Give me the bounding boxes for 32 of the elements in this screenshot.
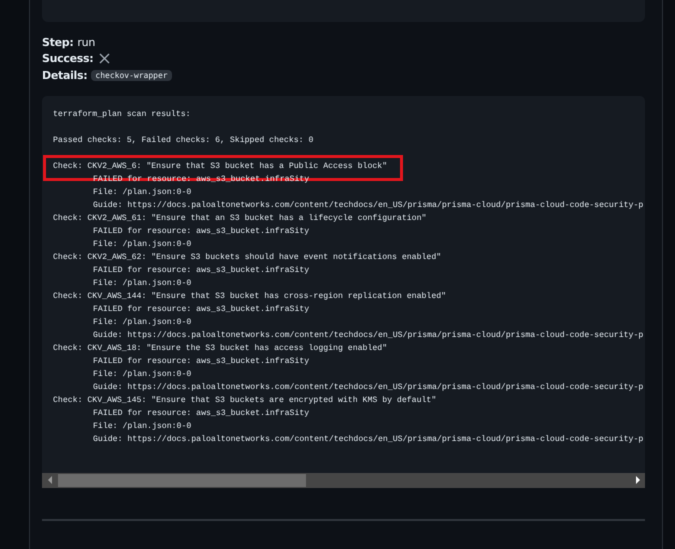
code-line: Guide: https://docs.paloaltonetworks.com/content/techdocs/en_US/prisma/prisma-cloud/prisma-cloud-code-security-p (93, 434, 644, 444)
code-line: File: /plan.json:0-0 (93, 422, 192, 430)
code-line: File: /plan.json:0-0 (93, 278, 192, 288)
step-value: run (77, 36, 95, 49)
code-line: Check: CKV2_AWS_62: "Ensure S3 buckets should have event notifications enabled" (53, 252, 442, 262)
scrollbar[interactable] (42, 472, 645, 488)
left-arrow-icon[interactable] (46, 475, 54, 485)
code-line: FAILED for resource: aws_s3_bucket.infraSity (93, 226, 310, 236)
code-line: Guide: https://docs.paloaltonetworks.com/content/techdocs/en_US/prisma/prisma-cloud/prisma-cloud-code-security-p (93, 200, 644, 210)
step-label: Step: (42, 36, 74, 49)
success-label: Success: (42, 52, 94, 66)
code-line: File: /plan.json:0-0 (93, 318, 192, 326)
code-line: Guide: https://docs.paloaltonetworks.com/content/techdocs/en_US/prisma/prisma-cloud/prisma-cloud-code-security-p (93, 330, 644, 340)
code-line: Check: CKV_AWS_144: "Ensure that S3 bucket has cross-region replication enabled" (53, 292, 446, 300)
code-line: Check: CKV2_AWS_6: "Ensure that S3 bucket has a Public Access block" (53, 162, 388, 170)
code-line: File: /plan.json:0-0 (93, 370, 192, 378)
code-line: Check: CKV2_AWS_61: "Ensure that an S3 bucket has a lifecycle configuration" (53, 214, 426, 222)
code-line: FAILED for resource: aws_s3_bucket.infraSity (93, 356, 310, 366)
code-line: FAILED for resource: aws_s3_bucket.infraSity (93, 408, 310, 418)
code-line: Passed checks: 5, Failed checks: 6, Skipped checks: 0 (53, 136, 314, 144)
code-line: FAILED for resource: aws_s3_bucket.infraSity (93, 266, 310, 274)
code-line: File: /plan.json:0-0 (93, 188, 192, 196)
code-line: terraform_plan scan results: (53, 110, 191, 118)
details-label: Details: (42, 68, 88, 82)
code-line: Check: CKV_AWS_145: "Ensure that S3 buckets are encrypted with KMS by default" (53, 396, 436, 404)
right-arrow-icon[interactable] (634, 474, 642, 484)
code-line: Guide: https://docs.paloaltonetworks.com/content/techdocs/en_US/prisma/prisma-cloud/prisma-cloud-code-security-p (93, 382, 644, 392)
code-line: File: /plan.json:0-0 (93, 240, 192, 248)
code-line: FAILED for resource: aws_s3_bucket.infraSity (93, 304, 310, 314)
code-line: Check: CKV_AWS_18: "Ensure the S3 bucket has access logging enabled" (53, 344, 388, 352)
tag: checkov-wrapper (91, 70, 172, 81)
scrollbar-thumb[interactable] (58, 474, 306, 486)
